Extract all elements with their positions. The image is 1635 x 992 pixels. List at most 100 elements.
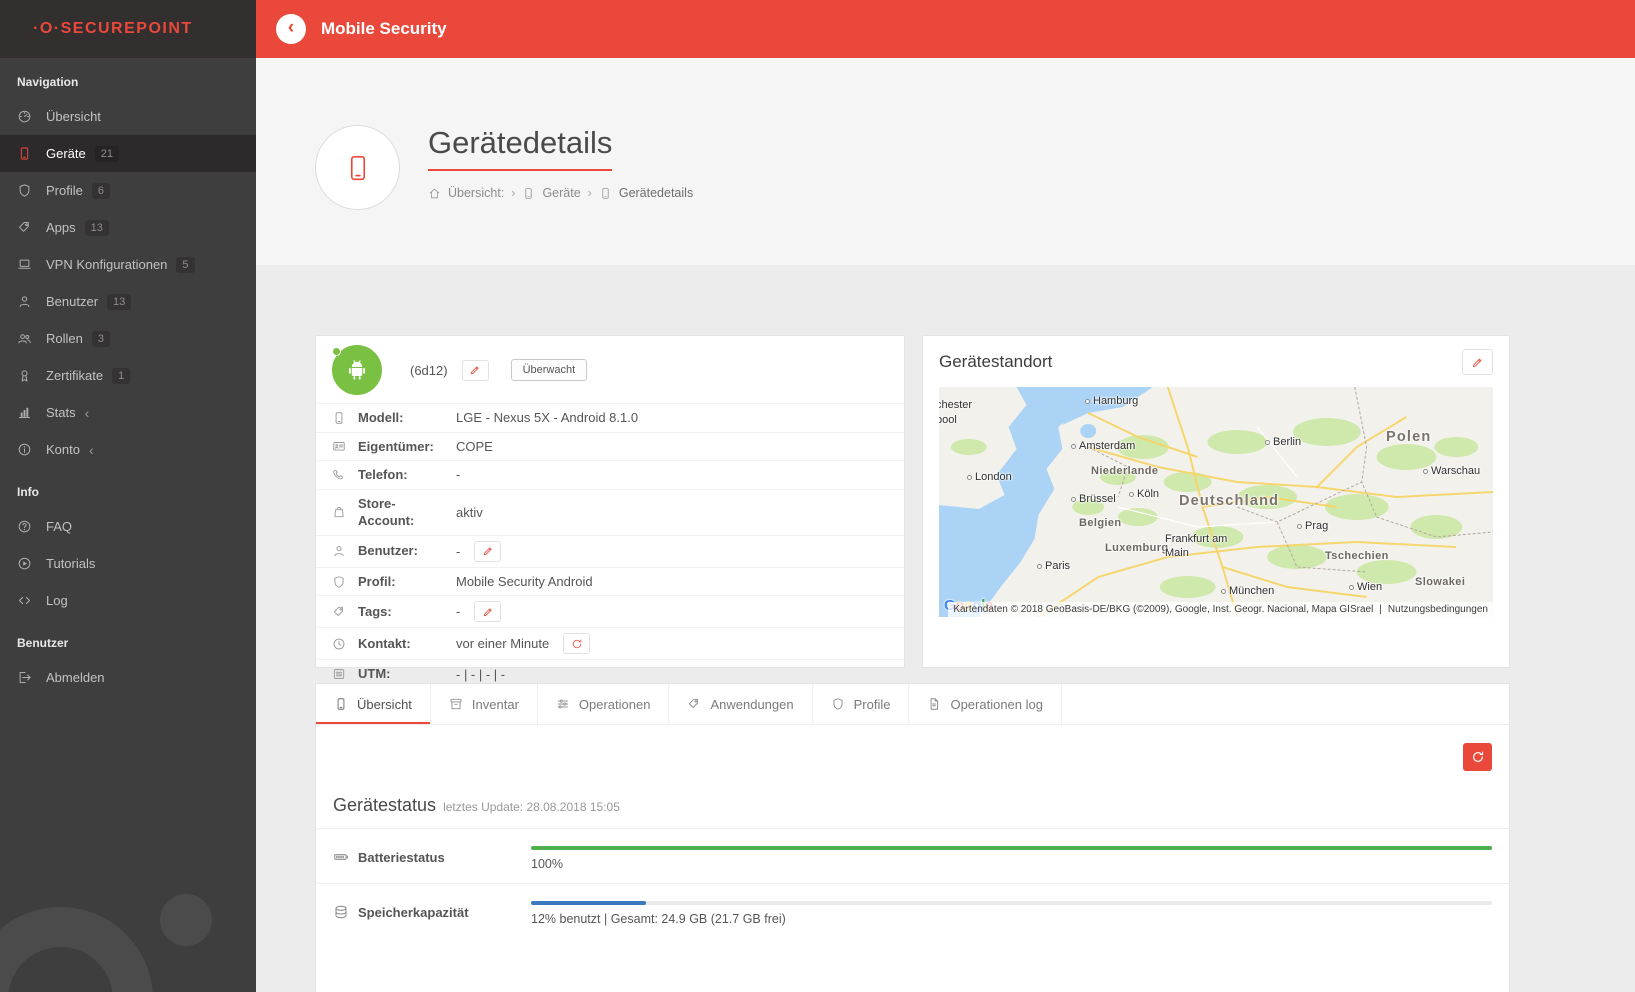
sidebar-item-label: FAQ — [46, 519, 72, 534]
page-icon-circle — [315, 125, 400, 210]
map-label: Luxemburg — [1105, 542, 1169, 554]
map-label: Hamburg — [1085, 395, 1138, 407]
edit-user-button[interactable] — [474, 541, 501, 562]
chevron-left-icon: ‹ — [85, 406, 90, 420]
sidebar-item-label: Log — [46, 593, 68, 608]
map-label: Warschau — [1423, 465, 1480, 477]
content-area: Gerätedetails Übersicht: › Geräte › Gerä… — [256, 58, 1635, 992]
phone-icon — [522, 187, 535, 200]
certificate-icon — [17, 368, 34, 383]
count-badge: 13 — [85, 220, 109, 236]
sidebar-item-benutzer[interactable]: Benutzer 13 — [0, 283, 256, 320]
gauge-icon — [17, 109, 34, 124]
row-value: - — [456, 544, 460, 559]
sidebar-item-label: Profile — [46, 183, 83, 198]
list-icon — [332, 667, 349, 681]
tab-label: Inventar — [472, 697, 519, 712]
sidebar-item-faq[interactable]: FAQ — [0, 508, 256, 545]
device-row-store-account: Store-Account: aktiv — [316, 490, 904, 536]
row-value: aktiv — [456, 505, 483, 520]
tag-icon — [17, 220, 34, 235]
map-label: Berlin — [1265, 436, 1301, 448]
question-icon — [17, 519, 34, 534]
code-icon — [17, 593, 34, 608]
back-button[interactable]: ‹ — [276, 14, 306, 44]
refresh-contact-button[interactable] — [563, 633, 590, 654]
tab-anwendungen[interactable]: Anwendungen — [669, 684, 812, 724]
battery-progress-fill — [531, 846, 1492, 850]
row-value: - — [456, 604, 460, 619]
attribution-separator: | — [1379, 604, 1382, 615]
sidebar-item-konto[interactable]: Konto ‹ — [0, 431, 256, 468]
count-badge: 6 — [92, 183, 110, 199]
edit-tags-button[interactable] — [474, 601, 501, 622]
phone-icon — [343, 153, 373, 183]
chevron-left-icon: ‹ — [288, 18, 294, 37]
tab-profile[interactable]: Profile — [813, 684, 910, 724]
sidebar-heading-info: Info — [0, 468, 256, 508]
sidebar-item-label: Benutzer — [46, 294, 98, 309]
sidebar-item-apps[interactable]: Apps 13 — [0, 209, 256, 246]
sidebar-item-label: Konto — [46, 442, 80, 457]
row-label: Profil: — [358, 573, 450, 591]
sidebar-item-log[interactable]: Log — [0, 582, 256, 619]
device-row-tags: Tags: - — [316, 596, 904, 628]
map-attribution: Kartendaten © 2018 GeoBasis-DE/BKG (©200… — [948, 602, 1493, 617]
sidebar-item-abmelden[interactable]: Abmelden — [0, 659, 256, 696]
device-row-kontakt: Kontakt: vor einer Minute — [316, 628, 904, 660]
map-label: Deutschland — [1179, 493, 1279, 509]
app-window: ·O·SECUREPOINT Navigation Übersicht Gerä… — [0, 0, 1635, 992]
status-row-storage: Speicherkapazität 12% benutzt | Gesamt: … — [316, 883, 1509, 938]
refresh-status-button[interactable] — [1463, 743, 1492, 771]
row-value: LGE - Nexus 5X - Android 8.1.0 — [456, 410, 638, 425]
count-badge: 21 — [95, 146, 119, 162]
sidebar-item-tutorials[interactable]: Tutorials — [0, 545, 256, 582]
topbar: ‹ Mobile Security — [256, 0, 1635, 58]
tab-uebersicht[interactable]: Übersicht — [316, 684, 431, 724]
sidebar-item-rollen[interactable]: Rollen 3 — [0, 320, 256, 357]
shield-icon — [831, 697, 845, 711]
breadcrumb-current: Gerätedetails — [619, 186, 693, 200]
device-row-telefon: Telefon: - — [316, 461, 904, 490]
sidebar-item-label: Tutorials — [46, 556, 95, 571]
map-label: Tschechien — [1325, 550, 1389, 562]
breadcrumb-geraete[interactable]: Geräte — [542, 186, 580, 200]
count-badge: 5 — [176, 257, 194, 273]
row-label: UTM: — [358, 665, 450, 683]
row-value: COPE — [456, 439, 493, 454]
device-row-modell: Modell: LGE - Nexus 5X - Android 8.1.0 — [316, 404, 904, 433]
terms-link[interactable]: Nutzungsbedingungen — [1388, 604, 1488, 615]
sidebar-item-geraete[interactable]: Geräte 21 — [0, 135, 256, 172]
pencil-icon — [469, 364, 481, 376]
tab-operationen[interactable]: Operationen — [538, 684, 670, 724]
chart-icon — [17, 405, 34, 420]
android-icon — [344, 357, 370, 383]
edit-location-button[interactable] — [1462, 349, 1493, 375]
sidebar-item-label: Apps — [46, 220, 76, 235]
map-label: Niederlande — [1091, 465, 1158, 477]
tab-operationen-log[interactable]: Operationen log — [909, 684, 1062, 724]
tab-inventar[interactable]: Inventar — [431, 684, 538, 724]
sidebar-item-stats[interactable]: Stats ‹ — [0, 394, 256, 431]
count-badge: 1 — [112, 368, 130, 384]
row-value: vor einer Minute — [456, 636, 549, 651]
map-canvas[interactable]: chester pool Hamburg Amsterdam Niederlan… — [939, 387, 1493, 617]
sidebar-item-vpn-konfigurationen[interactable]: VPN Konfigurationen 5 — [0, 246, 256, 283]
sidebar-item-uebersicht[interactable]: Übersicht — [0, 98, 256, 135]
phone-icon — [334, 697, 348, 711]
sidebar-item-zertifikate[interactable]: Zertifikate 1 — [0, 357, 256, 394]
breadcrumb: Übersicht: › Geräte › Gerätedetails — [428, 186, 693, 200]
pencil-icon — [1471, 356, 1484, 369]
edit-device-name-button[interactable] — [462, 360, 489, 381]
page-title: Gerätedetails — [428, 125, 612, 171]
play-icon — [17, 556, 34, 571]
sidebar-item-label: Übersicht — [46, 109, 101, 124]
status-title-text: Gerätestatus — [333, 795, 436, 815]
breadcrumb-uebersicht[interactable]: Übersicht: — [448, 186, 504, 200]
sidebar-item-profile[interactable]: Profile 6 — [0, 172, 256, 209]
row-label: Store-Account: — [358, 495, 450, 530]
map-label: Wien — [1349, 581, 1382, 593]
map-label: München — [1221, 585, 1274, 597]
device-row-eigentuemer: Eigentümer: COPE — [316, 433, 904, 462]
device-row-profil: Profil: Mobile Security Android — [316, 568, 904, 597]
